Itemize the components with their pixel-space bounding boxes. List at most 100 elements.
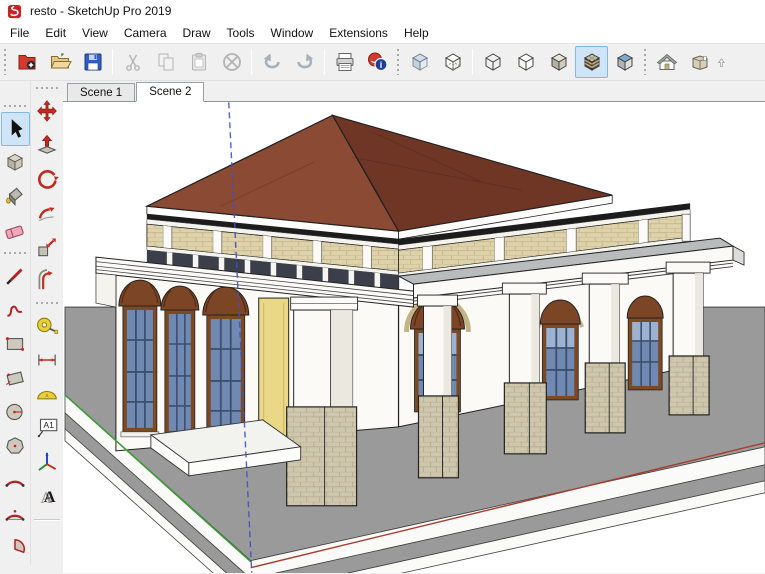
3d-text-tool-button[interactable]: AA [32,479,61,513]
tab-scene-1[interactable]: Scene 1 [67,83,136,101]
tab-scene-1-label: Scene 1 [80,86,123,99]
standard-toolbar: i [0,44,765,81]
erase-circle-x-icon [222,53,241,71]
rectangle-tool-button[interactable] [1,327,30,361]
menu-tools[interactable]: Tools [219,23,263,43]
window-title: resto - SketchUp Pro 2019 [30,4,172,18]
axes-icon [37,452,56,471]
toolbar-separator [324,49,325,75]
tape-measure-tool-button[interactable] [32,309,61,343]
polygon-tool-button[interactable] [1,429,30,463]
textured-cube-icon [583,53,600,71]
axes-tool-button[interactable] [32,445,61,479]
two-point-arc-tool-button[interactable] [1,497,30,531]
cut-button[interactable] [116,46,149,78]
pie-tool-button[interactable] [1,531,30,565]
shaded-style-button[interactable] [542,46,575,78]
open-folder-icon [50,53,72,69]
rectangle-icon [5,337,25,351]
redo-button[interactable] [288,46,321,78]
edit-toolbar: A1 AA [31,81,62,521]
text-tool-button[interactable]: A1 [32,411,61,445]
wireframe-style-button[interactable] [476,46,509,78]
tab-scene-2[interactable]: Scene 2 [136,82,205,102]
toolbar-grip[interactable] [4,251,26,256]
model-info-button[interactable]: i [361,46,394,78]
freehand-tool-button[interactable] [1,293,30,327]
redo-arrow-icon [296,53,313,69]
model-viewport[interactable] [63,102,765,573]
print-button[interactable] [328,46,361,78]
circle-tool-button[interactable] [1,395,30,429]
dimension-tool-button[interactable] [32,343,61,377]
share-model-button[interactable] [683,46,716,78]
menu-extensions[interactable]: Extensions [321,23,396,43]
eraser-icon [5,225,24,240]
two-point-arc-icon [5,509,25,521]
new-button[interactable] [10,46,43,78]
open-button[interactable] [43,46,76,78]
text-tool-icon: A1 [37,418,57,438]
arc-icon [5,480,25,487]
offset-tool-button[interactable] [32,264,61,298]
select-tool-button[interactable] [0,112,30,146]
viewport-canvas[interactable] [63,102,765,573]
tab-scene-2-label: Scene 2 [149,86,192,98]
menu-edit[interactable]: Edit [37,23,74,43]
column [665,261,711,416]
protractor-icon [36,390,57,400]
back-edges-style-button[interactable] [436,46,469,78]
new-file-icon [18,55,35,70]
box-icon [692,55,707,71]
toolbar-separator [472,49,473,75]
paste-button[interactable] [182,46,215,78]
toolbar-grip[interactable] [3,49,8,75]
menu-camera[interactable]: Camera [116,23,175,43]
pencil-icon [6,268,23,285]
copy-button[interactable] [149,46,182,78]
monochrome-style-button[interactable] [608,46,641,78]
hidden-line-style-button[interactable] [509,46,542,78]
rotated-rectangle-tool-button[interactable] [1,361,30,395]
toolbar-separator [112,49,113,75]
shaded-with-textures-style-button[interactable] [575,46,608,78]
rotate-tool-button[interactable] [32,162,61,196]
toolbar-grip[interactable] [35,301,58,306]
paint-bucket-tool-button[interactable] [1,180,30,214]
erase-button[interactable] [215,46,248,78]
push-pull-tool-button[interactable] [32,128,61,162]
share-component-button[interactable] [716,46,729,78]
toolbar-grip[interactable] [35,86,58,91]
wireframe-cube-icon [485,53,500,71]
upload-arrow-icon [717,58,725,67]
toolbar-grip[interactable] [643,49,648,75]
menu-view[interactable]: View [74,23,116,43]
eraser-tool-button[interactable] [1,214,30,248]
undo-button[interactable] [255,46,288,78]
xray-cube-icon [411,53,428,71]
component-cube-icon [7,153,23,171]
arc-tool-button[interactable] [1,463,30,497]
menu-window[interactable]: Window [263,23,322,43]
text-tool-glyph: A1 [43,420,54,430]
make-component-tool-button[interactable] [1,146,30,180]
3d-text-glyph: A [43,488,55,506]
menu-file[interactable]: File [2,23,37,43]
menu-help[interactable]: Help [396,23,437,43]
3d-warehouse-button[interactable] [650,46,683,78]
undo-arrow-icon [263,53,280,69]
info-i-glyph: i [379,60,382,70]
line-tool-button[interactable] [1,259,30,293]
toolbar-grip[interactable] [396,49,401,75]
xray-style-button[interactable] [403,46,436,78]
menu-draw[interactable]: Draw [175,23,219,43]
toolbar-end-divider [33,519,60,521]
follow-me-tool-button[interactable] [32,196,61,230]
rotated-rectangle-icon [6,371,24,386]
scale-tool-button[interactable] [32,230,61,264]
save-button[interactable] [76,46,109,78]
toolbar-grip[interactable] [4,104,26,109]
scene-tab-bar: Scene 1 Scene 2 [63,81,765,102]
move-tool-button[interactable] [32,94,61,128]
protractor-tool-button[interactable] [32,377,61,411]
